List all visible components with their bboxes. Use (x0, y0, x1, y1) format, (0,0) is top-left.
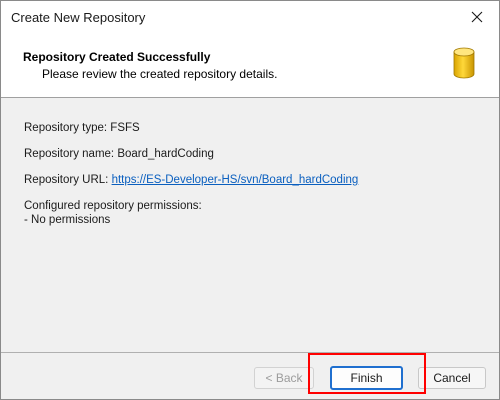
close-icon (471, 11, 483, 23)
window-title: Create New Repository (11, 10, 146, 25)
repository-url-link[interactable]: https://ES-Developer-HS/svn/Board_hardCo… (112, 174, 359, 186)
wizard-header: Repository Created Successfully Please r… (1, 33, 499, 97)
details-panel: Repository type: FSFS Repository name: B… (1, 98, 499, 352)
back-button[interactable]: < Back (254, 367, 314, 389)
header-subtitle: Please review the created repository det… (42, 67, 278, 81)
close-button[interactable] (455, 1, 499, 33)
repository-name: Repository name: Board_hardCoding (24, 148, 214, 160)
finish-highlight-box (308, 353, 426, 394)
database-icon (453, 47, 475, 79)
cancel-button[interactable]: Cancel (418, 367, 486, 389)
repository-type: Repository type: FSFS (24, 122, 140, 134)
repository-url-label: Repository URL: (24, 174, 112, 186)
permissions-value: - No permissions (24, 214, 111, 226)
dialog-window: Create New Repository Repository Created… (0, 0, 500, 400)
repository-url-row: Repository URL: https://ES-Developer-HS/… (24, 174, 358, 186)
title-bar: Create New Repository (1, 1, 499, 33)
permissions-heading: Configured repository permissions: (24, 200, 202, 212)
header-title: Repository Created Successfully (23, 50, 211, 64)
